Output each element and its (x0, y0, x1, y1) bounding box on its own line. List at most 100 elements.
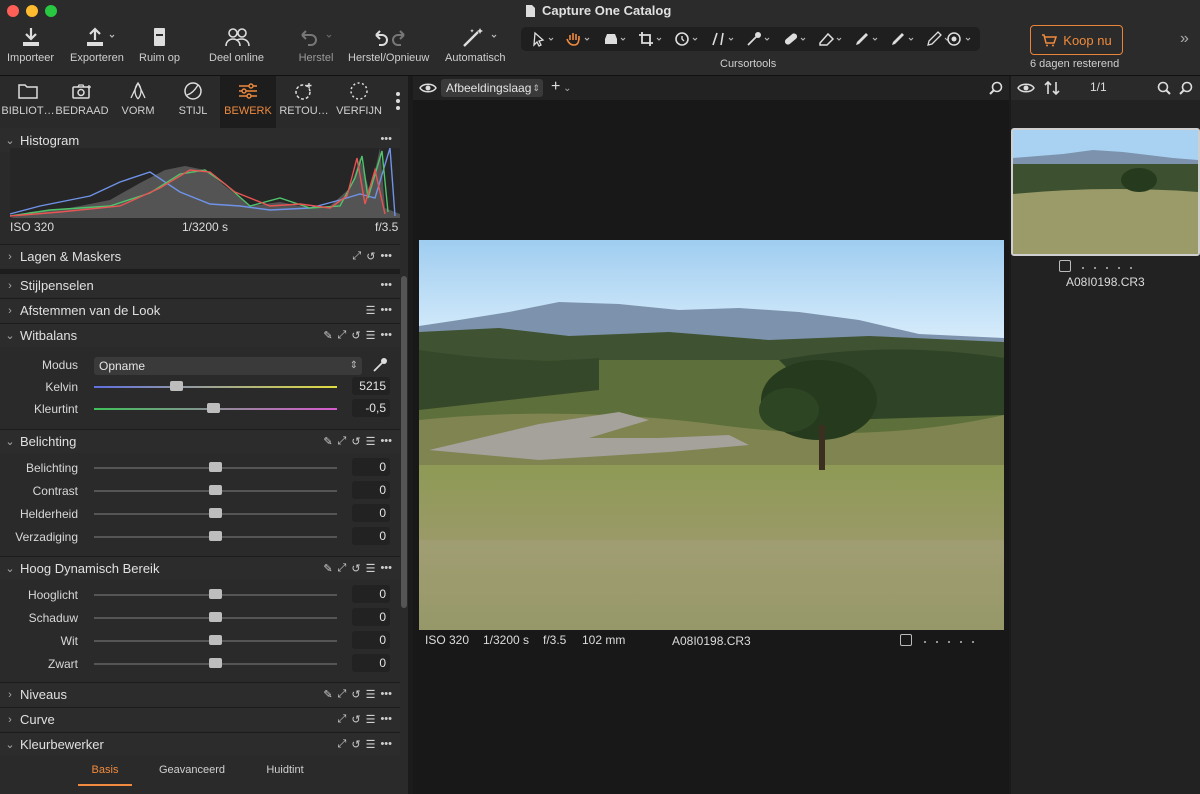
picker-icon[interactable]: ✎ (323, 688, 332, 701)
section-actions[interactable]: ✎ ⤢ ↺ ☰ ••• (323, 435, 392, 448)
rotate-tool[interactable] (669, 30, 705, 48)
more-icon[interactable]: ••• (380, 435, 392, 448)
viewer-select-checkbox[interactable] (900, 634, 912, 646)
slider-value[interactable]: 0 (352, 654, 390, 672)
minimize-window-button[interactable] (26, 5, 38, 17)
tint-value[interactable]: -0,5 (352, 399, 390, 417)
levels-header[interactable]: › Niveaus ✎ ⤢ ↺ ☰ ••• (0, 682, 400, 706)
crop-tool[interactable] (633, 30, 669, 48)
restore-button[interactable]: Herstel (296, 26, 336, 64)
keystone-tool[interactable] (705, 30, 741, 48)
tab-shape[interactable]: VORM (110, 76, 166, 128)
slider-thumb[interactable] (209, 658, 222, 668)
reset-icon[interactable]: ↺ (351, 738, 360, 751)
sort-icon[interactable] (1044, 80, 1060, 96)
white-balance-header[interactable]: ⌄ Witbalans ✎ ⤢ ↺ ☰ ••• (0, 323, 400, 347)
curve-header[interactable]: › Curve ⤢ ↺ ☰ ••• (0, 707, 400, 731)
picker-tool[interactable] (741, 30, 777, 48)
hdr-header[interactable]: ⌄ Hoog Dynamisch Bereik ✎ ⤢ ↺ ☰ ••• (0, 556, 400, 580)
list-icon[interactable]: ☰ (366, 435, 376, 448)
more-icon[interactable]: ••• (380, 250, 392, 263)
expand-icon[interactable]: ⤢ (338, 435, 347, 448)
slider-value[interactable]: 0 (352, 504, 390, 522)
main-photo[interactable] (419, 240, 1004, 630)
more-icon[interactable]: ••• (380, 304, 392, 317)
wb-mode-select[interactable]: Opname ⇕ (94, 357, 362, 375)
reset-icon[interactable]: ↺ (351, 329, 360, 342)
color-editor-tab-basic[interactable]: Basis (78, 764, 132, 786)
section-actions[interactable]: ⤢ ↺ ☰ ••• (338, 713, 392, 726)
reset-icon[interactable]: ↺ (351, 435, 360, 448)
export-button[interactable]: Exporteren (70, 26, 124, 64)
slider-value[interactable]: 0 (352, 585, 390, 603)
slider-thumb[interactable] (209, 635, 222, 645)
wb-picker-icon[interactable] (372, 357, 388, 373)
close-window-button[interactable] (7, 5, 19, 17)
slider-value[interactable]: 0 (352, 631, 390, 649)
expand-icon[interactable]: ⤢ (338, 713, 347, 726)
gradient-tool[interactable] (885, 30, 921, 48)
more-icon[interactable]: ••• (380, 562, 392, 575)
more-icon[interactable]: ••• (380, 713, 392, 726)
zoom-icon[interactable] (1179, 81, 1193, 95)
slider-thumb[interactable] (209, 508, 222, 518)
tab-style[interactable]: STIJL (165, 76, 221, 128)
buy-now-button[interactable]: Koop nu (1030, 25, 1123, 55)
tint-slider-thumb[interactable] (206, 403, 220, 413)
slider-value[interactable]: 0 (352, 527, 390, 545)
more-icon[interactable]: ••• (380, 329, 392, 342)
annotate-tool[interactable] (941, 30, 979, 48)
slider-value[interactable]: 0 (352, 481, 390, 499)
browser-thumbnail[interactable] (1011, 128, 1200, 256)
kelvin-slider-track[interactable] (94, 386, 337, 388)
erase-tool[interactable] (813, 30, 849, 48)
reset-icon[interactable]: ↺ (351, 688, 360, 701)
list-icon[interactable]: ☰ (366, 329, 376, 342)
eye-icon[interactable] (1017, 82, 1035, 94)
more-icon[interactable]: ••• (380, 279, 392, 291)
more-icon[interactable]: ••• (380, 688, 392, 701)
color-editor-tab-advanced[interactable]: Geavanceerd (150, 764, 234, 776)
exposure-header[interactable]: ⌄ Belichting ✎ ⤢ ↺ ☰ ••• (0, 429, 400, 453)
auto-adjust-button[interactable]: Automatisch (445, 26, 506, 64)
layer-select[interactable]: Afbeeldingslaag ⇕ (441, 79, 543, 97)
tools-scrollbar[interactable] (401, 276, 407, 608)
thumbnail-select-checkbox[interactable] (1059, 260, 1071, 272)
undo-redo-button[interactable]: Herstel/Opnieuw (348, 26, 429, 64)
tab-adjust[interactable]: BEWERK (220, 76, 276, 128)
zoom-window-button[interactable] (45, 5, 57, 17)
add-layer-button[interactable]: + ⌄ (551, 78, 572, 96)
loupe-tool[interactable] (597, 30, 633, 48)
style-brushes-header[interactable]: › Stijlpenselen ••• (0, 273, 400, 297)
section-actions[interactable]: ⤢ ↺ ••• (352, 250, 392, 263)
section-actions[interactable]: ✎ ⤢ ↺ ☰ ••• (323, 329, 392, 342)
slider-thumb[interactable] (209, 589, 222, 599)
list-icon[interactable]: ☰ (366, 688, 376, 701)
section-menu-icon[interactable]: ••• (380, 133, 392, 145)
eye-icon[interactable] (419, 82, 437, 94)
pan-tool[interactable] (561, 30, 597, 48)
slider-value[interactable]: 0 (352, 458, 390, 476)
brush-tool[interactable] (849, 30, 885, 48)
kelvin-value[interactable]: 5215 (352, 377, 390, 395)
kelvin-slider-thumb[interactable] (170, 381, 184, 391)
slider-thumb[interactable] (209, 531, 222, 541)
expand-icon[interactable]: ⤢ (338, 688, 347, 701)
picker-icon[interactable]: ✎ (323, 329, 332, 342)
select-tool[interactable] (525, 30, 561, 48)
list-icon[interactable]: ☰ (366, 304, 376, 317)
tabs-more-icon[interactable] (396, 92, 400, 110)
tab-capture[interactable]: BEDRAAD (54, 76, 110, 128)
expand-icon[interactable]: ⤢ (352, 250, 361, 263)
import-button[interactable]: Importeer (7, 26, 54, 64)
color-editor-header[interactable]: ⌄ Kleurbewerker ⤢ ↺ ☰ ••• (0, 732, 400, 756)
cleanup-button[interactable]: Ruim op (139, 26, 180, 64)
layers-masks-header[interactable]: › Lagen & Maskers ⤢ ↺ ••• (0, 244, 400, 268)
expand-icon[interactable]: ⤢ (338, 738, 347, 751)
slider-value[interactable]: 0 (352, 608, 390, 626)
list-icon[interactable]: ☰ (366, 562, 376, 575)
more-icon[interactable]: ••• (380, 738, 392, 751)
thumbnail-rating-stars[interactable] (1077, 260, 1137, 274)
reset-icon[interactable]: ↺ (351, 562, 360, 575)
reset-icon[interactable]: ↺ (366, 250, 375, 263)
